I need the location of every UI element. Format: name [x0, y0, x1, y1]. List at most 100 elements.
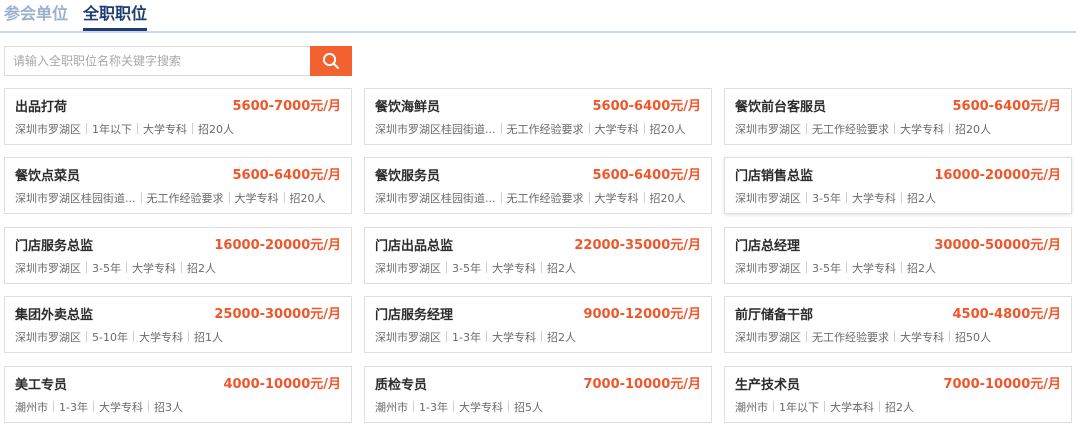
- job-card[interactable]: 门店出品总监 22000-35000元/月 深圳市罗湖区 3-5年 大学专科 招2人: [364, 227, 712, 284]
- job-card[interactable]: 门店销售总监 16000-20000元/月深圳市罗湖区 3-5年 大学专科 招2人: [724, 157, 1072, 214]
- job-title[interactable]: 餐饮海鲜员: [375, 99, 440, 117]
- job-location: 深圳市罗湖区: [15, 123, 81, 136]
- meta-divider: [125, 262, 127, 273]
- job-title[interactable]: 门店出品总监: [375, 238, 453, 256]
- job-card[interactable]: 餐饮前台客服员 5600-6400元/月 深圳市罗湖区 无工作经验要求 大学专科 招20人: [724, 88, 1072, 145]
- job-salary: 16000-20000元/月: [934, 168, 1061, 183]
- active-tab-indicator: [83, 28, 147, 31]
- job-headcount: 招2人: [906, 192, 936, 205]
- job-card[interactable]: 门店总经理 30000-50000元/月 深圳市罗湖区 3-5年 大学专科 招2人: [724, 227, 1072, 284]
- job-experience: 1年以下: [92, 123, 132, 136]
- search-button[interactable]: [310, 46, 352, 76]
- job-card[interactable]: 餐饮点菜员 5600-6400元/月 深圳市罗湖区桂园街道... 无工作经验要求 大学专…: [4, 157, 352, 214]
- meta-divider: [540, 331, 542, 342]
- job-card[interactable]: 美工专员 4000-10000元/月 潮州市 1-3年 大学专科 招3人: [4, 366, 352, 423]
- job-experience: 无工作经验要求: [812, 331, 889, 344]
- job-headcount: 招50人: [955, 331, 991, 344]
- job-title[interactable]: 美工专员: [15, 377, 67, 395]
- job-meta: 深圳市罗湖区 3-5年 大学专科 招2人: [735, 192, 936, 206]
- job-title[interactable]: 餐饮前台客服员: [735, 99, 826, 117]
- job-salary: 7000-10000元/月: [583, 377, 701, 392]
- job-title[interactable]: 出品打荷: [15, 99, 67, 117]
- job-education: 大学专科: [594, 192, 639, 205]
- job-salary: 5600-6400元/月: [592, 168, 701, 183]
- meta-divider: [894, 331, 895, 342]
- meta-divider: [53, 401, 54, 412]
- job-card[interactable]: 生产技术员 7000-10000元/月 潮州市 1年以下 大学本科 招2人: [724, 366, 1072, 423]
- search-input[interactable]: [4, 46, 319, 76]
- job-location: 深圳市罗湖区桂园街道...: [375, 123, 496, 136]
- job-education: 大学专科: [458, 401, 503, 414]
- job-location: 深圳市罗湖区桂园街道...: [375, 192, 496, 205]
- job-title[interactable]: 质检专员: [375, 377, 427, 395]
- job-education: 大学专科: [900, 331, 944, 344]
- job-location: 潮州市: [735, 401, 768, 414]
- job-location: 深圳市罗湖区桂园街道...: [15, 192, 136, 205]
- job-experience: 3-5年: [92, 262, 121, 275]
- meta-divider: [806, 331, 807, 342]
- meta-divider: [500, 192, 502, 203]
- meta-divider: [180, 262, 182, 273]
- job-location: 深圳市罗湖区: [375, 262, 441, 275]
- job-headcount: 招2人: [186, 262, 216, 275]
- tab-exhibitors[interactable]: 参会单位: [4, 3, 68, 25]
- job-title[interactable]: 餐饮服务员: [375, 168, 440, 186]
- job-card[interactable]: 餐饮海鲜员 5600-6400元/月深圳市罗湖区桂园街道... 无工作经验要求 大学专…: [364, 88, 712, 145]
- job-card[interactable]: 餐饮服务员 5600-6400元/月 深圳市罗湖区桂园街道... 无工作经验要求 大学专…: [364, 157, 712, 214]
- job-title[interactable]: 门店服务经理: [375, 307, 453, 325]
- job-education: 大学专科: [491, 262, 536, 275]
- job-card[interactable]: 出品打荷 5600-7000元/月 深圳市罗湖区 1年以下 大学专科 招20人: [4, 88, 352, 145]
- job-experience: 5-10年: [92, 331, 128, 344]
- job-meta: 深圳市罗湖区 3-5年 大学专科 招2人: [15, 262, 216, 276]
- job-location: 潮州市: [15, 401, 48, 414]
- meta-divider: [147, 401, 149, 412]
- job-meta: 潮州市 1-3年 大学专科 招3人: [15, 401, 183, 415]
- job-title[interactable]: 门店销售总监: [735, 168, 813, 186]
- job-location: 深圳市罗湖区: [15, 331, 81, 344]
- meta-divider: [845, 192, 847, 203]
- job-title[interactable]: 门店服务总监: [15, 238, 93, 256]
- job-card[interactable]: 集团外卖总监 25000-30000元/月 深圳市罗湖区 5-10年 大学专科 招1人: [4, 296, 352, 353]
- job-card[interactable]: 门店服务经理 9000-12000元/月 深圳市罗湖区 1-3年 大学专科 招2人: [364, 296, 712, 353]
- job-meta: 潮州市 1-3年 大学专科 招5人: [375, 401, 543, 415]
- job-salary: 5600-7000元/月: [232, 99, 341, 114]
- job-education: 大学专科: [143, 123, 187, 136]
- job-card[interactable]: 质检专员 7000-10000元/月 潮州市 1-3年 大学专科 招5人: [364, 366, 712, 423]
- job-experience: 1-3年: [419, 401, 448, 414]
- job-meta: 深圳市罗湖区 1年以下 大学专科 招20人: [15, 123, 234, 137]
- meta-divider: [507, 401, 509, 412]
- job-headcount: 招2人: [906, 262, 936, 275]
- job-location: 深圳市罗湖区: [735, 192, 801, 205]
- tab-fulltime-jobs[interactable]: 全职职位: [83, 3, 147, 25]
- meta-divider: [894, 123, 895, 134]
- job-salary: 5600-6400元/月: [592, 99, 701, 114]
- job-education: 大学专科: [900, 123, 944, 136]
- job-title[interactable]: 生产技术员: [735, 377, 800, 395]
- job-salary: 5600-6400元/月: [232, 168, 341, 183]
- search-bar: [4, 46, 352, 76]
- job-title[interactable]: 前厅储备干部: [735, 307, 813, 325]
- meta-divider: [643, 192, 645, 203]
- meta-divider: [132, 331, 134, 342]
- meta-divider: [86, 123, 87, 134]
- job-headcount: 招20人: [289, 192, 326, 205]
- meta-divider: [140, 192, 142, 203]
- meta-divider: [92, 401, 94, 412]
- job-education: 大学专科: [98, 401, 143, 414]
- meta-divider: [806, 262, 807, 273]
- meta-divider: [413, 401, 414, 412]
- job-location: 潮州市: [375, 401, 408, 414]
- job-title[interactable]: 集团外卖总监: [15, 307, 93, 325]
- meta-divider: [824, 401, 825, 412]
- meta-divider: [187, 331, 189, 342]
- job-title[interactable]: 餐饮点菜员: [15, 168, 80, 186]
- page-root: 参会单位 全职职位 出品打荷5600-7000元/月深圳市罗湖区1年以下大学专科…: [0, 0, 1080, 428]
- job-headcount: 招3人: [153, 401, 183, 414]
- job-salary: 5600-6400元/月: [952, 99, 1061, 114]
- job-title[interactable]: 门店总经理: [735, 238, 800, 256]
- job-education: 大学专科: [594, 123, 639, 136]
- job-meta: 深圳市罗湖区桂园街道... 无工作经验要求 大学专科 招20人: [375, 123, 686, 137]
- job-card[interactable]: 门店服务总监 16000-20000元/月 深圳市罗湖区 3-5年 大学专科 招2人: [4, 227, 352, 284]
- job-experience: 无工作经验要求: [146, 192, 224, 205]
- job-card[interactable]: 前厅储备干部 4500-4800元/月 深圳市罗湖区 无工作经验要求 大学专科 招50人: [724, 296, 1072, 353]
